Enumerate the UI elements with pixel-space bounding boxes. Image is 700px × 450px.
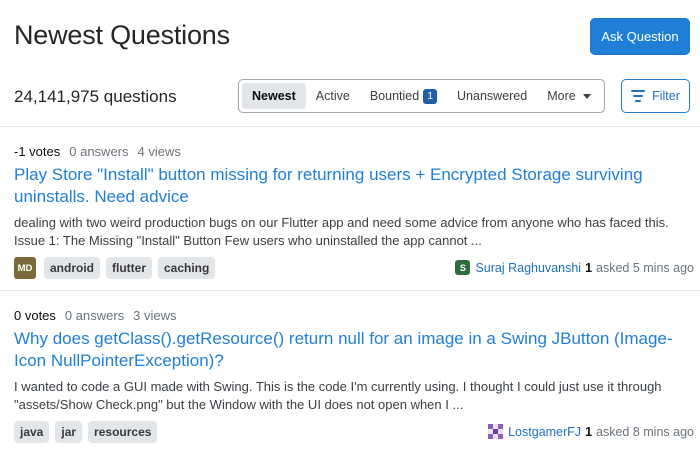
tab-bountied-label: Bountied <box>369 89 420 103</box>
vote-count: -1 votes <box>14 144 61 159</box>
tab-active[interactable]: Active <box>306 83 360 109</box>
user-card: S Suraj Raghuvanshi 1 asked 5 mins ago <box>455 260 694 275</box>
tag-android[interactable]: android <box>44 257 100 279</box>
tab-unanswered-label: Unanswered <box>457 89 528 103</box>
question-summary: -1 votes 0 answers 4 views Play Store "I… <box>14 144 694 279</box>
question-excerpt: dealing with two weird production bugs o… <box>14 215 669 248</box>
reputation: 1 <box>585 424 593 439</box>
tab-bountied[interactable]: Bountied 1 <box>360 83 447 109</box>
divider <box>0 290 700 291</box>
filter-icon <box>631 90 646 102</box>
question-excerpt: I wanted to code a GUI made with Swing. … <box>14 379 662 412</box>
divider <box>0 126 700 127</box>
tag-caching[interactable]: caching <box>158 257 216 279</box>
answer-count: 0 answers <box>64 308 125 323</box>
question-title-link[interactable]: Why does getClass().getResource() return… <box>14 328 694 372</box>
caret-down-icon <box>582 93 591 99</box>
user-card: LostgamerFJ 1 asked 8 mins ago <box>488 424 694 439</box>
view-count: 4 views <box>137 144 181 159</box>
question-summary: 0 votes 0 answers 3 views Why does getCl… <box>14 308 694 443</box>
user-link[interactable]: LostgamerFJ <box>508 425 581 439</box>
bountied-count-badge: 1 <box>423 88 438 104</box>
answer-count: 0 answers <box>69 144 129 159</box>
tags-row: MD android flutter caching S Suraj Raghu… <box>14 257 694 279</box>
tag-resources[interactable]: resources <box>88 421 158 443</box>
avatar[interactable]: S <box>455 260 471 275</box>
asked-time: asked 8 mins ago <box>596 424 694 439</box>
tag-java[interactable]: java <box>14 421 50 443</box>
page-title: Newest Questions <box>14 20 230 50</box>
vote-count: 0 votes <box>14 308 56 323</box>
reputation: 1 <box>585 260 593 275</box>
tab-newest-label: Newest <box>252 89 296 103</box>
asked-time: asked 5 mins ago <box>596 260 694 275</box>
sort-tabs: Newest Active Bountied 1 Unanswered More <box>238 79 605 113</box>
user-link[interactable]: Suraj Raghuvanshi <box>475 261 581 275</box>
tab-unanswered[interactable]: Unanswered <box>447 83 537 109</box>
tab-newest[interactable]: Newest <box>242 83 306 109</box>
question-title-link[interactable]: Play Store "Install" button missing for … <box>14 164 694 208</box>
tab-active-label: Active <box>315 89 350 103</box>
avatar[interactable] <box>488 424 504 439</box>
question-count: 24,141,975 questions <box>14 87 177 106</box>
md-badge: MD <box>14 257 36 279</box>
tags-row: java jar resources LostgamerFJ 1 asked 8… <box>14 421 694 443</box>
ask-question-button[interactable]: Ask Question <box>590 18 690 55</box>
tag-jar[interactable]: jar <box>55 421 83 443</box>
question-stats: 0 votes 0 answers 3 views <box>14 308 694 323</box>
tab-more-label: More <box>547 89 576 103</box>
filter-label: Filter <box>652 89 680 103</box>
filter-button[interactable]: Filter <box>621 79 690 113</box>
tag-flutter[interactable]: flutter <box>106 257 152 279</box>
view-count: 3 views <box>133 308 177 323</box>
question-stats: -1 votes 0 answers 4 views <box>14 144 694 159</box>
tab-more[interactable]: More <box>537 83 600 109</box>
